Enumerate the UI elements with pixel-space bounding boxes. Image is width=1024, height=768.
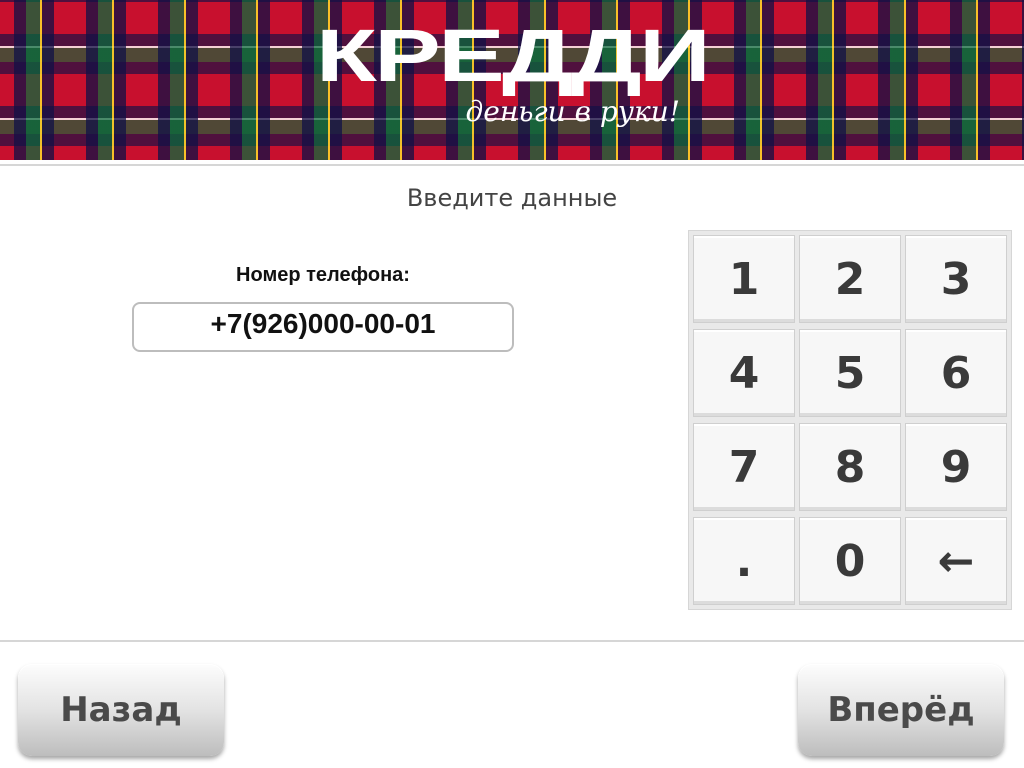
back-button[interactable]: Назад bbox=[18, 664, 224, 756]
phone-label: Номер телефона: bbox=[236, 264, 410, 286]
key-9[interactable]: 9 bbox=[905, 423, 1007, 511]
key-3[interactable]: 3 bbox=[905, 235, 1007, 323]
key-1[interactable]: 1 bbox=[693, 235, 795, 323]
header-banner: КРЕДДИ деньги в руки! bbox=[0, 0, 1024, 160]
numeric-keypad: 1 2 3 4 5 6 7 8 9 . 0 ← bbox=[688, 230, 1012, 610]
page-title: Введите данные bbox=[406, 184, 618, 212]
brand-logo: КРЕДДИ bbox=[315, 14, 711, 97]
phone-input[interactable]: +7(926)000-00-01 bbox=[132, 302, 514, 352]
key-6[interactable]: 6 bbox=[905, 329, 1007, 417]
key-0[interactable]: 0 bbox=[799, 517, 901, 605]
divider-top bbox=[0, 164, 1024, 166]
brand-slogan: деньги в руки! bbox=[465, 95, 680, 128]
key-2[interactable]: 2 bbox=[799, 235, 901, 323]
backspace-key[interactable]: ← bbox=[905, 517, 1007, 605]
key-5[interactable]: 5 bbox=[799, 329, 901, 417]
divider-bottom bbox=[0, 640, 1024, 642]
key-dot[interactable]: . bbox=[693, 517, 795, 605]
key-7[interactable]: 7 bbox=[693, 423, 795, 511]
key-8[interactable]: 8 bbox=[799, 423, 901, 511]
key-4[interactable]: 4 bbox=[693, 329, 795, 417]
next-button[interactable]: Вперёд bbox=[798, 664, 1004, 756]
